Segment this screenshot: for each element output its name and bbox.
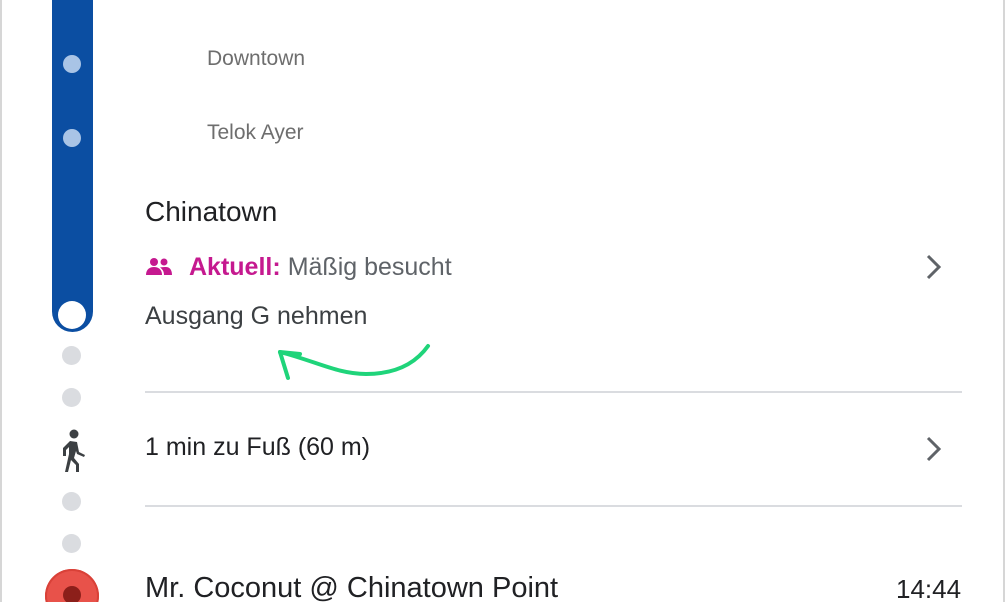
section-divider	[145, 391, 962, 393]
section-divider	[145, 505, 962, 507]
stop-dot-telok-ayer	[63, 129, 81, 147]
chevron-right-icon[interactable]	[923, 252, 945, 282]
walk-path-dot	[62, 388, 81, 407]
exit-instruction: Ausgang G nehmen	[145, 302, 368, 330]
hand-drawn-arrow-annotation	[278, 344, 430, 380]
crowd-status: Mäßig besucht	[287, 252, 452, 281]
transit-route-line	[52, 0, 93, 332]
people-icon	[146, 258, 172, 275]
panel-right-border	[1003, 0, 1005, 602]
walk-path-dot	[62, 534, 81, 553]
intermediate-stop: Telok Ayer	[207, 121, 304, 144]
transit-directions-panel: Downtown Telok Ayer Chinatown Aktuell: M…	[0, 0, 1007, 602]
station-end-marker	[58, 301, 86, 329]
crowd-label: Aktuell:	[189, 252, 281, 281]
walking-person-icon	[63, 429, 85, 472]
stop-dot-downtown	[63, 55, 81, 73]
walk-path-dot	[62, 346, 81, 365]
destination-pin-center	[63, 586, 81, 602]
crowd-info-row[interactable]: Aktuell: Mäßig besucht	[145, 252, 965, 282]
destination-pin-icon	[45, 569, 99, 602]
chevron-right-icon[interactable]	[923, 434, 945, 464]
panel-left-border	[0, 0, 2, 602]
destination-name: Mr. Coconut @ Chinatown Point	[145, 572, 559, 602]
station-name: Chinatown	[145, 196, 278, 227]
walk-path-dot	[62, 492, 81, 511]
arrival-time: 14:44	[896, 574, 962, 602]
intermediate-stop: Downtown	[207, 47, 306, 70]
walk-duration[interactable]: 1 min zu Fuß (60 m)	[145, 433, 370, 462]
